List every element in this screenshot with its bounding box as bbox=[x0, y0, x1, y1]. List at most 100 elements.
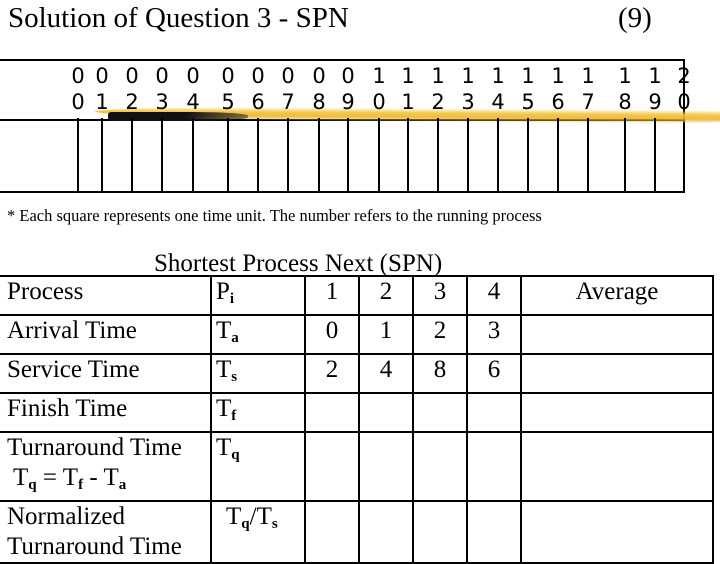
timeline-gridline bbox=[77, 118, 79, 193]
time-tick-ones: 2 bbox=[431, 90, 445, 114]
row-symbol: Ta bbox=[210, 314, 306, 355]
time-tick-ones: 7 bbox=[581, 90, 595, 114]
row-label-text: Finish Time bbox=[7, 395, 128, 422]
value-cell bbox=[358, 500, 414, 564]
time-tick-ones: 0 bbox=[372, 90, 386, 114]
timeline-gridline bbox=[557, 118, 559, 193]
symbol-suffix: /Ts bbox=[249, 503, 278, 532]
average-cell bbox=[520, 431, 714, 502]
time-tick-ones: 6 bbox=[551, 90, 565, 114]
turnaround-formula: Tq = Tf - Ta bbox=[13, 464, 127, 493]
time-tick-tens: 0 bbox=[251, 64, 265, 88]
symbol: Ta bbox=[216, 317, 239, 346]
symbol-sub: s bbox=[231, 369, 238, 385]
timeline-gridline bbox=[131, 118, 133, 193]
symbol: Tq bbox=[216, 434, 240, 463]
spn-table: Process Pi 1 2 3 4 Average Arrival Time Ta 0 1 2 3 Se… bbox=[0, 275, 714, 564]
value-cell bbox=[412, 392, 468, 433]
time-tick-ones: 3 bbox=[461, 90, 475, 114]
table-row: Arrival Time Ta 0 1 2 3 bbox=[0, 314, 714, 355]
time-tick-ones: 9 bbox=[341, 90, 355, 114]
value-cell: 3 bbox=[466, 314, 522, 355]
value-cell: 1 bbox=[358, 314, 414, 355]
value-cell: 0 bbox=[304, 314, 360, 355]
time-tick-tens: 1 bbox=[551, 64, 565, 88]
timeline-gridline bbox=[437, 118, 439, 193]
time-tick-tens: 1 bbox=[372, 64, 386, 88]
table-row: Process Pi 1 2 3 4 Average bbox=[0, 275, 714, 316]
timeline-gridline bbox=[527, 118, 529, 193]
symbol: Tq bbox=[226, 503, 250, 532]
value-cell bbox=[466, 431, 522, 502]
time-tick-tens: 0 bbox=[341, 64, 355, 88]
row-label-text: Arrival Time bbox=[7, 317, 137, 344]
value-cell bbox=[304, 431, 360, 502]
timeline-gridline bbox=[192, 118, 194, 193]
timeline-gridline bbox=[347, 118, 349, 193]
value-cell: 4 bbox=[358, 353, 414, 394]
average-cell: Average bbox=[520, 275, 714, 316]
timeline-gridline bbox=[227, 118, 229, 193]
symbol: Pi bbox=[216, 278, 235, 307]
row-label: Turnaround Time Tq = Tf - Ta bbox=[0, 431, 212, 502]
value-cell bbox=[304, 392, 360, 433]
row-label-text: Normalized bbox=[7, 503, 126, 530]
row-symbol: Pi bbox=[210, 275, 306, 316]
formula-tq: Tq bbox=[13, 464, 37, 493]
row-label: Normalized Turnaround Time bbox=[0, 500, 212, 564]
timeline-gridline bbox=[257, 118, 259, 193]
value-cell: 2 bbox=[412, 314, 468, 355]
timeline-gridline bbox=[378, 118, 380, 193]
row-symbol: Tq/Ts bbox=[210, 500, 306, 564]
time-tick-tens: 1 bbox=[581, 64, 595, 88]
row-label-text: Turnaround Time bbox=[7, 434, 182, 461]
row-label: Finish Time bbox=[0, 392, 212, 433]
time-tick-tens: 2 bbox=[677, 64, 691, 88]
slide-number: (9) bbox=[618, 2, 652, 34]
value-cell bbox=[412, 500, 468, 564]
value-cell bbox=[358, 392, 414, 433]
formula-tq-sub: q bbox=[28, 477, 37, 493]
value-cell bbox=[466, 500, 522, 564]
time-tick-tens: 0 bbox=[125, 64, 139, 88]
time-tick-ones: 3 bbox=[155, 90, 169, 114]
row-symbol: Ts bbox=[210, 353, 306, 394]
time-tick-ones: 1 bbox=[401, 90, 415, 114]
timeline-gridline bbox=[654, 118, 656, 193]
time-tick-ones: 2 bbox=[125, 90, 139, 114]
symbol-sub: i bbox=[229, 291, 235, 307]
row-label-text: Process bbox=[7, 278, 84, 305]
time-tick-tens: 0 bbox=[186, 64, 200, 88]
value-cell bbox=[304, 500, 360, 564]
value-cell: 2 bbox=[304, 353, 360, 394]
table-row: Service Time Ts 2 4 8 6 bbox=[0, 353, 714, 394]
time-tick-ones: 7 bbox=[281, 90, 295, 114]
timeline-gridline bbox=[318, 118, 320, 193]
time-tick-tens: 0 bbox=[95, 64, 109, 88]
value-cell: 3 bbox=[412, 275, 468, 316]
time-tick-ones: 1 bbox=[95, 90, 109, 114]
time-tick-ones: 4 bbox=[491, 90, 505, 114]
time-tick-tens: 1 bbox=[648, 64, 662, 88]
slide-title: Solution of Question 3 - SPN bbox=[8, 2, 349, 34]
timeline-note: * Each square represents one time unit. … bbox=[7, 206, 542, 225]
time-tick-ones: 5 bbox=[521, 90, 535, 114]
row-symbol: Tf bbox=[210, 392, 306, 433]
time-tick-ones: 5 bbox=[221, 90, 235, 114]
time-tick-tens: 1 bbox=[461, 64, 475, 88]
table-row: Normalized Turnaround Time Tq/Ts bbox=[0, 500, 714, 564]
value-cell: 6 bbox=[466, 353, 522, 394]
value-cell bbox=[466, 392, 522, 433]
table-row: Turnaround Time Tq = Tf - Ta Tq bbox=[0, 431, 714, 502]
time-tick-ones: 4 bbox=[186, 90, 200, 114]
value-cell: 8 bbox=[412, 353, 468, 394]
timeline-gridline bbox=[287, 118, 289, 193]
time-tick-tens: 0 bbox=[281, 64, 295, 88]
time-tick-ones: 0 bbox=[677, 90, 691, 114]
time-tick-ones: 8 bbox=[618, 90, 632, 114]
row-label-text: Turnaround Time bbox=[7, 533, 182, 560]
time-tick-tens: 0 bbox=[312, 64, 326, 88]
time-tick-tens: 1 bbox=[618, 64, 632, 88]
timeline-gridline bbox=[467, 118, 469, 193]
time-tick-tens: 1 bbox=[521, 64, 535, 88]
